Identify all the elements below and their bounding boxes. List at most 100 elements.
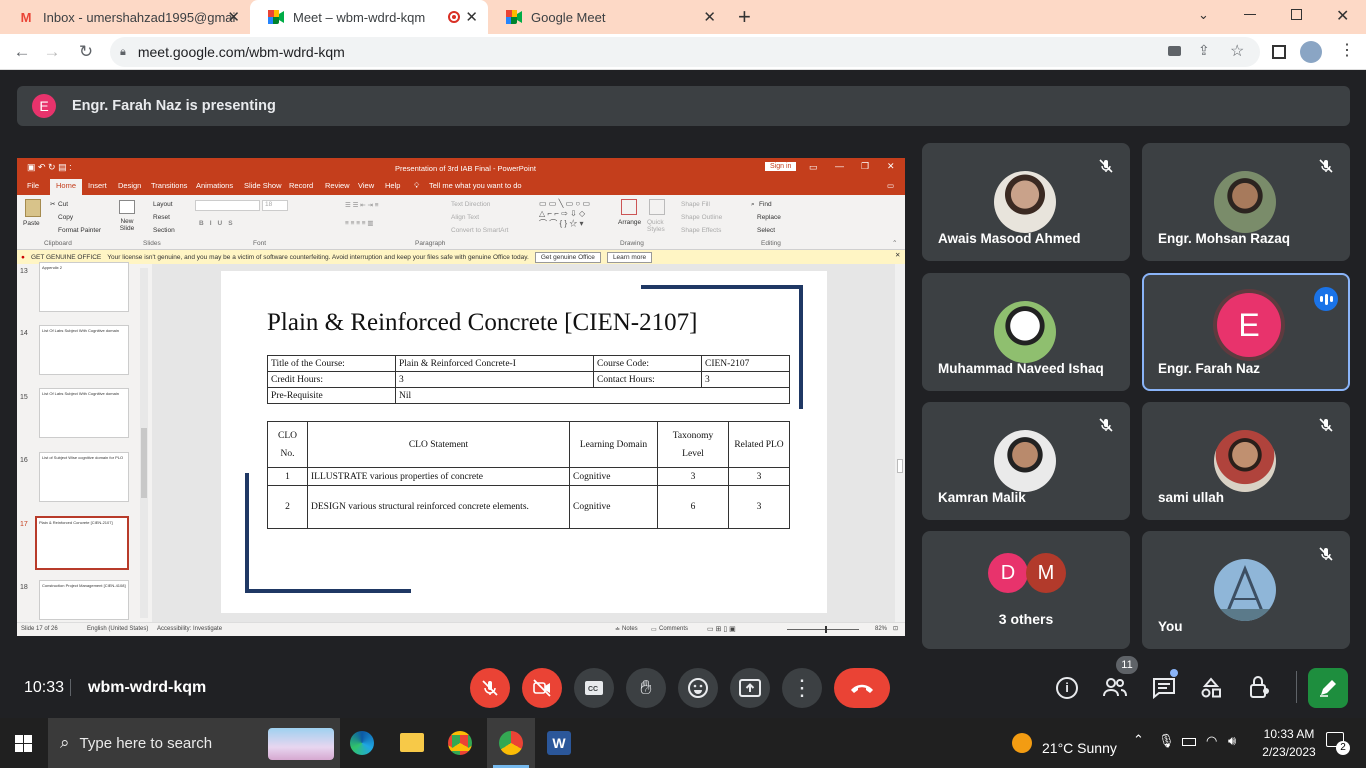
participant-tile-speaking[interactable]: E Engr. Farah Naz: [1142, 273, 1350, 391]
zoom-slider-thumb[interactable]: [825, 626, 827, 633]
collapse-ribbon-icon[interactable]: ⌃: [892, 239, 897, 247]
profile-avatar[interactable]: [1300, 41, 1322, 63]
arrange-icon[interactable]: [621, 199, 637, 215]
participant-tile[interactable]: Muhammad Naveed Ishaq: [922, 273, 1130, 391]
view-buttons[interactable]: ▭ ⊞ ▯ ▣: [707, 625, 736, 633]
slide-scrollbar[interactable]: [895, 264, 905, 622]
raise-hand-button[interactable]: ✋︎: [626, 668, 666, 708]
cut-label[interactable]: Cut: [58, 201, 68, 208]
chrome-icon[interactable]: [448, 731, 472, 755]
participant-tile[interactable]: sami ullah: [1142, 402, 1350, 520]
close-icon[interactable]: ✕: [227, 8, 240, 26]
list-icons[interactable]: ☰ ☰ ⇤ ⇥ ≡: [345, 201, 379, 209]
fit-slide-icon[interactable]: ⊡: [893, 625, 898, 632]
ppt-tell-me[interactable]: Tell me what you want to do: [429, 181, 522, 190]
reload-icon[interactable]: ↻: [76, 42, 96, 62]
participant-tile-others[interactable]: D M 3 others: [922, 531, 1130, 649]
participant-tile[interactable]: Kamran Malik: [922, 402, 1130, 520]
weather-text[interactable]: 21°C Sunny: [1042, 740, 1117, 756]
participant-tile-self[interactable]: You: [1142, 531, 1350, 649]
tray-mic-icon[interactable]: 🎙︎: [1158, 733, 1175, 749]
slide-thumbnail[interactable]: List Of Labs Subject With Cognitive doma…: [39, 325, 129, 375]
notifications-button[interactable]: 2: [1326, 732, 1350, 755]
back-icon[interactable]: ←: [12, 42, 32, 62]
slide-thumbnail-selected[interactable]: Plain & Reinforced Concrete [CIEN-2107]: [35, 516, 129, 570]
zoom-level[interactable]: 82%: [875, 626, 887, 632]
edge-icon[interactable]: [350, 731, 374, 755]
captions-button[interactable]: CC: [574, 668, 614, 708]
chrome-active-taskbar-item[interactable]: [487, 718, 535, 768]
font-format-icons[interactable]: BIUS: [199, 220, 239, 227]
shapes-gallery[interactable]: ▭ ▭ ╲ ▭ ○ ▭ △ ⌐ ⌐ ⇨ ⇩ ◇ ⌒ ⌒ { } ☆ ▾: [539, 199, 614, 231]
restore-icon[interactable]: [1291, 9, 1302, 20]
replace-label[interactable]: Replace: [757, 214, 781, 221]
url-bar[interactable]: 🔒︎ meet.google.com/wbm-wdrd-kqm ⇪ ☆: [110, 37, 1260, 67]
shape-effects-label[interactable]: Shape Effects: [681, 227, 721, 234]
font-name-box[interactable]: [195, 200, 260, 211]
ppt-tab-help[interactable]: Help: [385, 181, 400, 190]
new-slide-icon[interactable]: [119, 200, 135, 214]
ppt-ribbon-display-icon[interactable]: ▭: [809, 162, 818, 173]
menu-dots-icon[interactable]: ⋮: [1339, 40, 1355, 60]
learn-more-button[interactable]: Learn more: [606, 251, 653, 263]
slide-thumbnail[interactable]: List Of Labs Subject With Cognitive doma…: [39, 388, 129, 438]
slide-thumbnail[interactable]: Appendix 2: [39, 262, 129, 312]
arrange-label[interactable]: Arrange: [618, 219, 641, 226]
host-controls-button[interactable]: [1249, 675, 1271, 704]
reactions-button[interactable]: [678, 668, 718, 708]
ppt-tab-record[interactable]: Record: [289, 181, 313, 190]
camera-toggle-button[interactable]: [522, 668, 562, 708]
more-options-button[interactable]: ⋮: [782, 668, 822, 708]
mic-toggle-button[interactable]: [470, 668, 510, 708]
slide-thumbnail[interactable]: List of Subject Wise cognitive domain fo…: [39, 452, 129, 502]
weather-sun-icon[interactable]: [1012, 733, 1032, 753]
select-label[interactable]: Select: [757, 227, 775, 234]
cut-icon[interactable]: ✂︎: [50, 200, 55, 208]
ppt-close-icon[interactable]: ✕: [887, 161, 895, 172]
wifi-icon[interactable]: ◠: [1206, 733, 1217, 749]
forward-icon[interactable]: →: [42, 42, 62, 62]
tab-search-icon[interactable]: ⌄: [1198, 7, 1209, 23]
slide-scroll-thumb[interactable]: [897, 459, 903, 473]
ppt-tab-home[interactable]: Home: [50, 179, 83, 195]
slide-thumbnail[interactable]: Construction Project Management [CIEN-41…: [39, 580, 129, 620]
tab-gmail[interactable]: M Inbox - umershahzad1995@gmai ✕: [0, 0, 250, 34]
ppt-tab-design[interactable]: Design: [118, 181, 141, 190]
close-icon[interactable]: ✕: [895, 251, 900, 259]
accessibility-status[interactable]: Accessibility: Investigate: [157, 626, 222, 632]
quick-styles-label[interactable]: Quick Styles: [647, 219, 671, 233]
share-icon[interactable]: ⇪: [1198, 42, 1210, 59]
window-close-icon[interactable]: ✕: [1336, 6, 1349, 26]
chat-button[interactable]: [1152, 669, 1178, 704]
tab-meet-active[interactable]: Meet – wbm-wdrd-kqm ✕: [250, 0, 488, 34]
close-icon[interactable]: ✕: [703, 8, 716, 26]
align-text-label[interactable]: Align Text: [451, 214, 479, 221]
new-slide-label[interactable]: New Slide: [115, 218, 139, 232]
ppt-tab-review[interactable]: Review: [325, 181, 350, 190]
tab-google-meet[interactable]: Google Meet ✕: [488, 0, 726, 34]
align-icons[interactable]: ≡ ≡ ≡ ≡ ▥: [345, 219, 374, 227]
paste-icon[interactable]: [25, 199, 41, 217]
format-painter-label[interactable]: Format Painter: [58, 227, 101, 234]
ppt-tab-transitions[interactable]: Transitions: [151, 181, 187, 190]
word-icon[interactable]: W: [547, 731, 571, 755]
shape-outline-label[interactable]: Shape Outline: [681, 214, 722, 221]
tray-chevron-icon[interactable]: ⌃: [1133, 732, 1144, 748]
comment-icon[interactable]: ▭: [887, 181, 894, 190]
language-status[interactable]: English (United States): [87, 626, 148, 632]
ppt-sign-in-button[interactable]: Sign in: [765, 162, 797, 171]
battery-icon[interactable]: [1182, 738, 1196, 746]
zoom-slider[interactable]: [787, 629, 859, 630]
people-button[interactable]: 11: [1102, 656, 1138, 703]
volume-icon[interactable]: 🔊︎: [1228, 733, 1236, 749]
camera-icon[interactable]: [1168, 46, 1181, 56]
ppt-tab-slideshow[interactable]: Slide Show: [244, 181, 282, 190]
section-label[interactable]: Section: [153, 227, 175, 234]
get-genuine-button[interactable]: Get genuine Office: [534, 251, 601, 263]
activities-button[interactable]: [1200, 677, 1222, 704]
bookmark-star-icon[interactable]: ☆: [1230, 41, 1244, 61]
notes-button[interactable]: Notes: [622, 626, 638, 632]
participant-tile[interactable]: Engr. Mohsan Razaq: [1142, 143, 1350, 261]
info-icon[interactable]: i: [1056, 677, 1078, 699]
start-button[interactable]: [15, 735, 32, 752]
